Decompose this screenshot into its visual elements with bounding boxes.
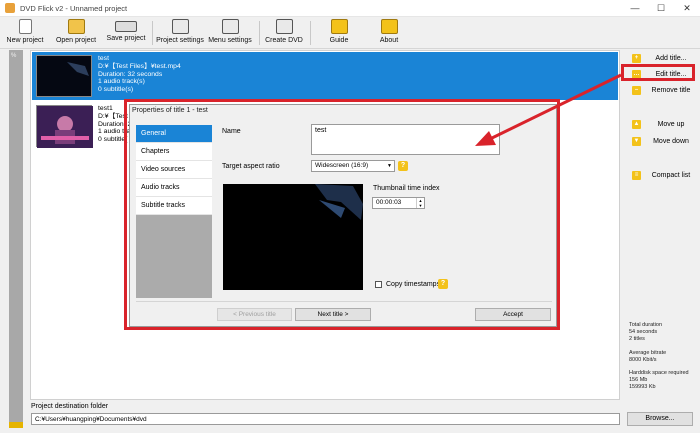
stat-value: 159993 Kb [629, 384, 656, 390]
compact-list-label: Compact list [651, 172, 691, 179]
project-settings-icon [171, 19, 189, 34]
about-label: About [379, 37, 399, 44]
toolbar-separator [310, 21, 311, 45]
menu-settings-label: Menu settings [208, 37, 252, 44]
maximize-button[interactable]: ☐ [648, 0, 674, 17]
title-path: D:¥【Test Files】¥test.mp4 [98, 62, 181, 70]
stat-value: 54 seconds [629, 329, 658, 335]
create-dvd-icon [275, 19, 293, 34]
harddisk-stat: Harddisk space required 156 Mb 159993 Kb [629, 370, 689, 391]
browse-button[interactable]: Browse... [627, 412, 693, 426]
save-project-label: Save project [106, 35, 146, 42]
title-audio: 1 audio track(s) [98, 78, 145, 86]
right-panel: + Add title... … Edit title... – Remove … [626, 50, 700, 430]
total-duration-stat: Total duration 54 seconds 2 titles [629, 322, 662, 343]
move-up-button[interactable]: ▲ Move up [632, 118, 696, 132]
add-icon: + [632, 54, 641, 63]
edit-title-highlight-frame [621, 64, 695, 81]
open-folder-icon [67, 19, 85, 34]
thumbnail-image [67, 62, 89, 76]
move-down-button[interactable]: ▼ Move down [632, 135, 696, 149]
title-name: test [98, 55, 109, 62]
arrow-up-icon: ▲ [632, 120, 641, 129]
project-settings-label: Project settings [156, 37, 204, 44]
open-project-button[interactable]: Open project [55, 19, 97, 48]
minimize-button[interactable]: — [622, 0, 648, 17]
toolbar-separator [152, 21, 153, 45]
remove-title-button[interactable]: – Remove title [632, 84, 696, 98]
remove-title-label: Remove title [651, 87, 691, 94]
title-thumbnail [36, 55, 92, 97]
guide-button[interactable]: Guide [326, 19, 352, 48]
add-title-label: Add title... [655, 55, 687, 62]
about-button[interactable]: About [376, 19, 402, 48]
destination-path-field[interactable]: C:¥Users¥huangping¥Documents¥dvd [31, 413, 620, 425]
left-strip: % [9, 50, 23, 428]
guide-icon [330, 19, 348, 34]
remove-icon: – [632, 86, 641, 95]
title-thumbnail [36, 105, 93, 148]
compact-list-icon: ≡ [632, 171, 641, 180]
stat-label: Harddisk space required [629, 370, 689, 376]
save-icon [115, 21, 137, 32]
window-title: DVD Flick v2 - Unnamed project [20, 4, 128, 13]
project-settings-button[interactable]: Project settings [156, 19, 204, 48]
app-icon [5, 3, 15, 13]
menu-settings-button[interactable]: Menu settings [208, 19, 252, 48]
title-subtitles: 0 subtitle(s) [98, 86, 134, 94]
close-button[interactable]: ✕ [674, 0, 700, 17]
menu-settings-icon [221, 19, 239, 34]
left-strip-text: % [11, 53, 17, 59]
stat-value: 8000 Kbit/s [629, 357, 657, 363]
toolbar-separator [259, 21, 260, 45]
new-project-button[interactable]: New project [5, 19, 45, 48]
dialog-highlight-frame [124, 99, 560, 330]
stat-label: Average bitrate [629, 350, 667, 356]
stat-value: 2 titles [629, 336, 645, 342]
move-up-label: Move up [657, 121, 685, 128]
toolbar: New project Open project Save project Pr… [0, 17, 700, 49]
left-strip-indicator [9, 422, 23, 428]
open-project-label: Open project [55, 37, 97, 44]
title-item-test[interactable]: test D:¥【Test Files】¥test.mp4 Duration: … [32, 52, 618, 100]
title-bar: DVD Flick v2 - Unnamed project — ☐ ✕ [0, 0, 700, 17]
stat-label: Total duration [629, 322, 663, 328]
title-duration: Duration: 32 seconds [98, 70, 163, 78]
destination-label: Project destination folder [31, 403, 109, 410]
create-dvd-label: Create DVD [265, 37, 303, 44]
new-project-icon [18, 19, 32, 34]
new-project-label: New project [6, 37, 44, 44]
stat-value: 156 Mb [629, 377, 648, 383]
avg-bitrate-stat: Average bitrate 8000 Kbit/s [629, 350, 666, 364]
about-icon [380, 19, 398, 34]
thumbnail-image [37, 106, 93, 148]
arrow-down-icon: ▼ [632, 137, 641, 146]
move-down-label: Move down [653, 138, 689, 145]
create-dvd-button[interactable]: Create DVD [265, 19, 303, 48]
compact-list-button[interactable]: ≡ Compact list [632, 169, 696, 183]
guide-label: Guide [329, 37, 349, 44]
title-info: test D:¥【Test Files】¥test.mp4 Duration: … [98, 55, 181, 94]
save-project-button[interactable]: Save project [106, 19, 146, 48]
